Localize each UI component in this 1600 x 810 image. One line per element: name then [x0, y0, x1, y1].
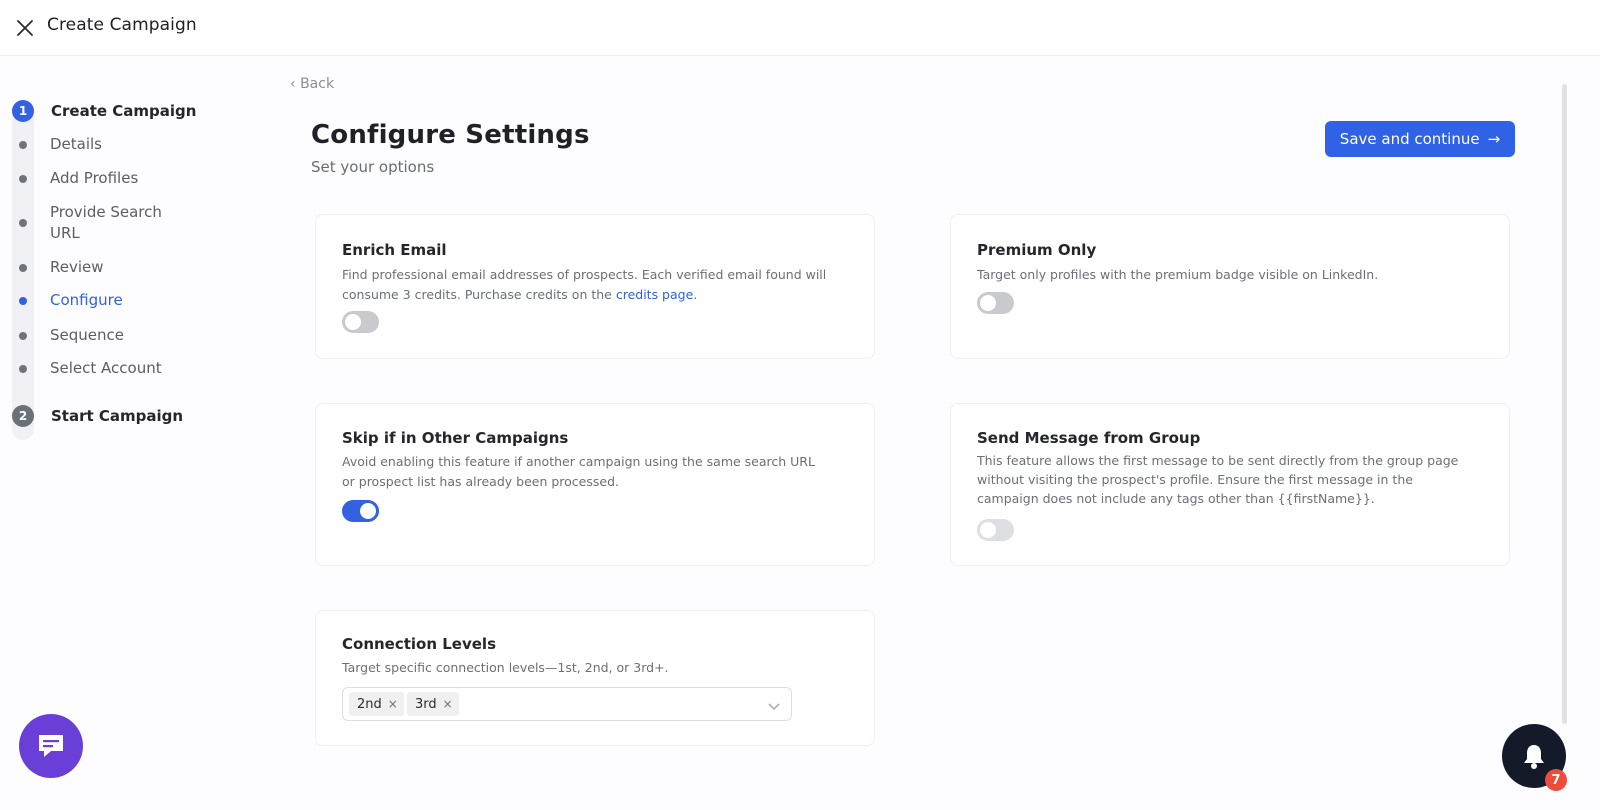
card-description: Find professional email addresses of pro… — [342, 265, 826, 305]
connection-levels-card: Connection Levels Target specific connec… — [315, 610, 875, 746]
skip-other-campaigns-card: Skip if in Other Campaigns Avoid enablin… — [315, 403, 875, 566]
chip-2nd: 2nd × — [349, 692, 404, 716]
send-message-from-group-toggle[interactable] — [977, 519, 1014, 541]
bell-icon — [1524, 745, 1544, 769]
desc-line: Avoid enabling this feature if another c… — [342, 454, 815, 469]
chevron-left-icon: ‹ — [290, 76, 296, 90]
page-subtitle: Set your options — [311, 158, 435, 176]
skip-other-campaigns-toggle[interactable] — [342, 500, 379, 522]
card-title: Connection Levels — [342, 635, 497, 653]
remove-chip-icon[interactable]: × — [388, 697, 398, 711]
chat-icon — [39, 735, 63, 757]
step-2-label: Start Campaign — [51, 407, 184, 425]
send-message-from-group-card: Send Message from Group This feature all… — [950, 403, 1510, 566]
toggle-knob — [980, 295, 996, 311]
step-dot — [19, 264, 27, 272]
step-dot — [19, 219, 27, 227]
close-icon[interactable] — [14, 17, 36, 39]
sidebar-item-configure[interactable]: Configure — [50, 290, 200, 311]
sidebar-item-review[interactable]: Review — [50, 257, 200, 278]
enrich-email-card: Enrich Email Find professional email add… — [315, 214, 875, 359]
step-1-label: Create Campaign — [51, 102, 197, 120]
save-and-continue-button[interactable]: Save and continue → — [1325, 121, 1515, 157]
enrich-email-toggle[interactable] — [342, 311, 379, 333]
step-dot — [19, 141, 27, 149]
chevron-down-icon[interactable] — [767, 698, 781, 712]
card-description: This feature allows the first message to… — [977, 451, 1458, 508]
chip-label: 3rd — [415, 696, 437, 712]
sidebar-item-add-profiles[interactable]: Add Profiles — [50, 168, 200, 189]
arrow-right-icon: → — [1487, 130, 1501, 148]
card-description: Avoid enabling this feature if another c… — [342, 452, 815, 492]
desc-line: consume 3 credits. Purchase credits on t… — [342, 285, 826, 305]
step-1-number: 1 — [12, 100, 34, 122]
top-bar: Create Campaign — [0, 0, 1600, 56]
sidebar-item-details[interactable]: Details — [50, 134, 200, 155]
toggle-knob — [360, 503, 376, 519]
premium-only-card: Premium Only Target only profiles with t… — [950, 214, 1510, 359]
step-dot — [19, 365, 27, 373]
card-title: Send Message from Group — [977, 429, 1201, 447]
sidebar-item-provide-search-url[interactable]: Provide Search URL — [50, 202, 190, 244]
desc-line: or prospect list has already been proces… — [342, 474, 619, 489]
toggle-knob — [980, 522, 996, 538]
remove-chip-icon[interactable]: × — [443, 697, 453, 711]
desc-line: without visiting the prospect's profile.… — [977, 472, 1413, 487]
chip-3rd: 3rd × — [407, 692, 459, 716]
scrollbar[interactable] — [1562, 84, 1567, 724]
connection-levels-select[interactable]: 2nd × 3rd × — [342, 687, 792, 721]
desc-line: campaign does not include any tags other… — [977, 491, 1375, 506]
card-description: Target only profiles with the premium ba… — [977, 267, 1379, 282]
sidebar-item-select-account[interactable]: Select Account — [50, 358, 200, 379]
card-title: Skip if in Other Campaigns — [342, 429, 569, 447]
credits-page-link[interactable]: credits page — [616, 287, 693, 302]
back-label: Back — [300, 76, 335, 90]
card-title: Premium Only — [977, 241, 1097, 259]
desc-line: Find professional email addresses of pro… — [342, 267, 827, 282]
card-description: Target specific connection levels—1st, 2… — [342, 660, 669, 675]
desc-line: This feature allows the first message to… — [977, 453, 1459, 468]
page-title: Configure Settings — [311, 120, 590, 150]
step-dot — [19, 175, 27, 183]
save-button-label: Save and continue — [1339, 130, 1480, 148]
notification-count-badge: 7 — [1545, 769, 1567, 791]
step-2-number: 2 — [12, 405, 34, 427]
chat-button[interactable] — [19, 714, 83, 778]
back-link[interactable]: ‹ Back — [290, 74, 334, 90]
desc-text: . — [693, 287, 698, 302]
step-dot — [19, 332, 27, 340]
desc-text: consume 3 credits. Purchase credits on t… — [342, 287, 616, 302]
page-header-title: Create Campaign — [47, 15, 197, 35]
toggle-knob — [345, 314, 361, 330]
sidebar-item-sequence[interactable]: Sequence — [50, 325, 200, 346]
premium-only-toggle[interactable] — [977, 292, 1014, 314]
step-dot-active — [19, 297, 27, 305]
chip-label: 2nd — [357, 696, 382, 712]
card-title: Enrich Email — [342, 241, 447, 259]
